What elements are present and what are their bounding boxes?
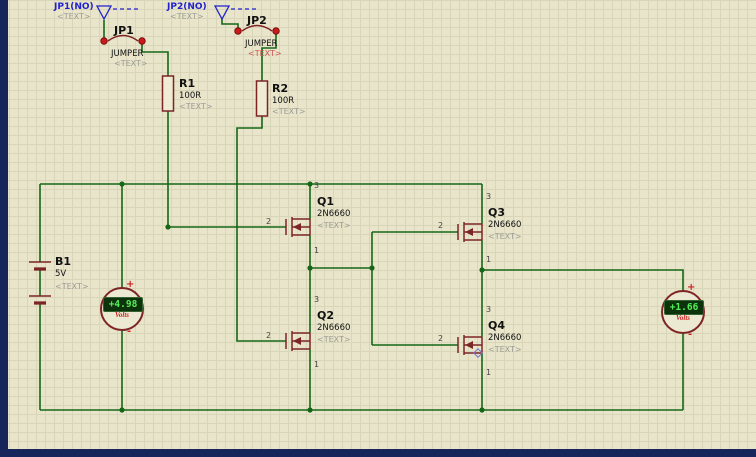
- component-placeholder: <TEXT>: [114, 59, 148, 68]
- plus-terminal-label: +: [126, 279, 135, 290]
- pin-number: 3: [486, 305, 492, 314]
- pin-number: 1: [486, 368, 492, 377]
- component-value: 2N6660: [317, 209, 351, 219]
- mosfet-q3-symbol[interactable]: [457, 222, 483, 242]
- component-value: JUMPER: [245, 39, 278, 49]
- pin-number: 3: [314, 181, 320, 190]
- mosfet-q1-symbol[interactable]: [285, 217, 311, 237]
- pin-number: 2: [266, 331, 272, 340]
- component-value: 100R: [179, 91, 202, 101]
- voltmeter-unit: Volts: [114, 311, 129, 319]
- component-value: 100R: [272, 96, 295, 106]
- component-ref[interactable]: JP2: [247, 14, 267, 27]
- window-left-border: [0, 0, 8, 457]
- component-placeholder: <TEXT>: [272, 107, 306, 116]
- component-ref[interactable]: JP1: [114, 24, 134, 37]
- voltmeter-display: +1.66: [664, 300, 704, 315]
- mosfet-q4-symbol[interactable]: [457, 335, 483, 358]
- jumper-pin-icon[interactable]: [100, 37, 108, 45]
- pin-number: 3: [486, 192, 492, 201]
- component-placeholder: <TEXT>: [317, 221, 351, 230]
- component-value: JUMPER: [111, 49, 144, 59]
- plus-terminal-label: +: [687, 282, 696, 293]
- wire[interactable]: [167, 111, 286, 228]
- component-value: 2N6660: [317, 323, 351, 333]
- wire[interactable]: [221, 19, 239, 28]
- component-ref[interactable]: Q3: [488, 206, 505, 219]
- resistor-r2-symbol[interactable]: [255, 80, 269, 117]
- minus-terminal-label: -: [688, 329, 693, 340]
- voltmeter-unit: Volts: [675, 314, 690, 322]
- pin-number: 1: [486, 255, 492, 264]
- component-placeholder: <TEXT>: [488, 232, 522, 241]
- component-ref[interactable]: Q2: [317, 309, 334, 322]
- component-ref[interactable]: R1: [179, 77, 195, 90]
- window-bottom-border: [0, 449, 756, 457]
- component-value: 5V: [55, 269, 67, 279]
- pin-number: 2: [438, 221, 444, 230]
- pin-number: 2: [438, 334, 444, 343]
- wire-nets[interactable]: [39, 19, 684, 411]
- probe-placeholder: <TEXT>: [170, 12, 204, 21]
- voltmeter-display: +4.98: [103, 297, 143, 312]
- minus-terminal-label: -: [127, 326, 132, 337]
- jumper-pin-icon[interactable]: [234, 27, 242, 35]
- component-placeholder: <TEXT>: [179, 102, 213, 111]
- component-ref[interactable]: Q1: [317, 195, 334, 208]
- schematic-drawing: [29, 5, 705, 413]
- component-placeholder: <TEXT>: [488, 345, 522, 354]
- component-placeholder: <TEXT>: [55, 282, 89, 291]
- probe-label[interactable]: JP2(NO): [167, 2, 207, 12]
- component-ref[interactable]: B1: [55, 255, 71, 268]
- wire[interactable]: [482, 269, 684, 291]
- jumper-pin-icon[interactable]: [272, 27, 280, 35]
- pin-number: 3: [314, 295, 320, 304]
- component-value: 2N6660: [488, 220, 522, 230]
- jumper-pin-icon[interactable]: [138, 37, 146, 45]
- component-value: 2N6660: [488, 333, 522, 343]
- pin-number: 2: [266, 217, 272, 226]
- pin-number: 1: [314, 360, 320, 369]
- component-placeholder: <TEXT>: [248, 49, 282, 58]
- schematic-canvas[interactable]: JP1(NO) <TEXT> JP2(NO) <TEXT> JP1 JUMPER…: [0, 0, 756, 457]
- wire[interactable]: [236, 116, 286, 342]
- component-placeholder: <TEXT>: [317, 335, 351, 344]
- component-ref[interactable]: Q4: [488, 319, 505, 332]
- component-ref[interactable]: R2: [272, 82, 288, 95]
- mosfet-q2-symbol[interactable]: [285, 331, 311, 351]
- resistor-r1-symbol[interactable]: [161, 75, 175, 112]
- probe-flag-icon[interactable]: [95, 5, 138, 21]
- junction-dots: [119, 181, 485, 413]
- pin-number: 1: [314, 246, 320, 255]
- probe-placeholder: <TEXT>: [57, 12, 91, 21]
- probe-label[interactable]: JP1(NO): [54, 2, 94, 12]
